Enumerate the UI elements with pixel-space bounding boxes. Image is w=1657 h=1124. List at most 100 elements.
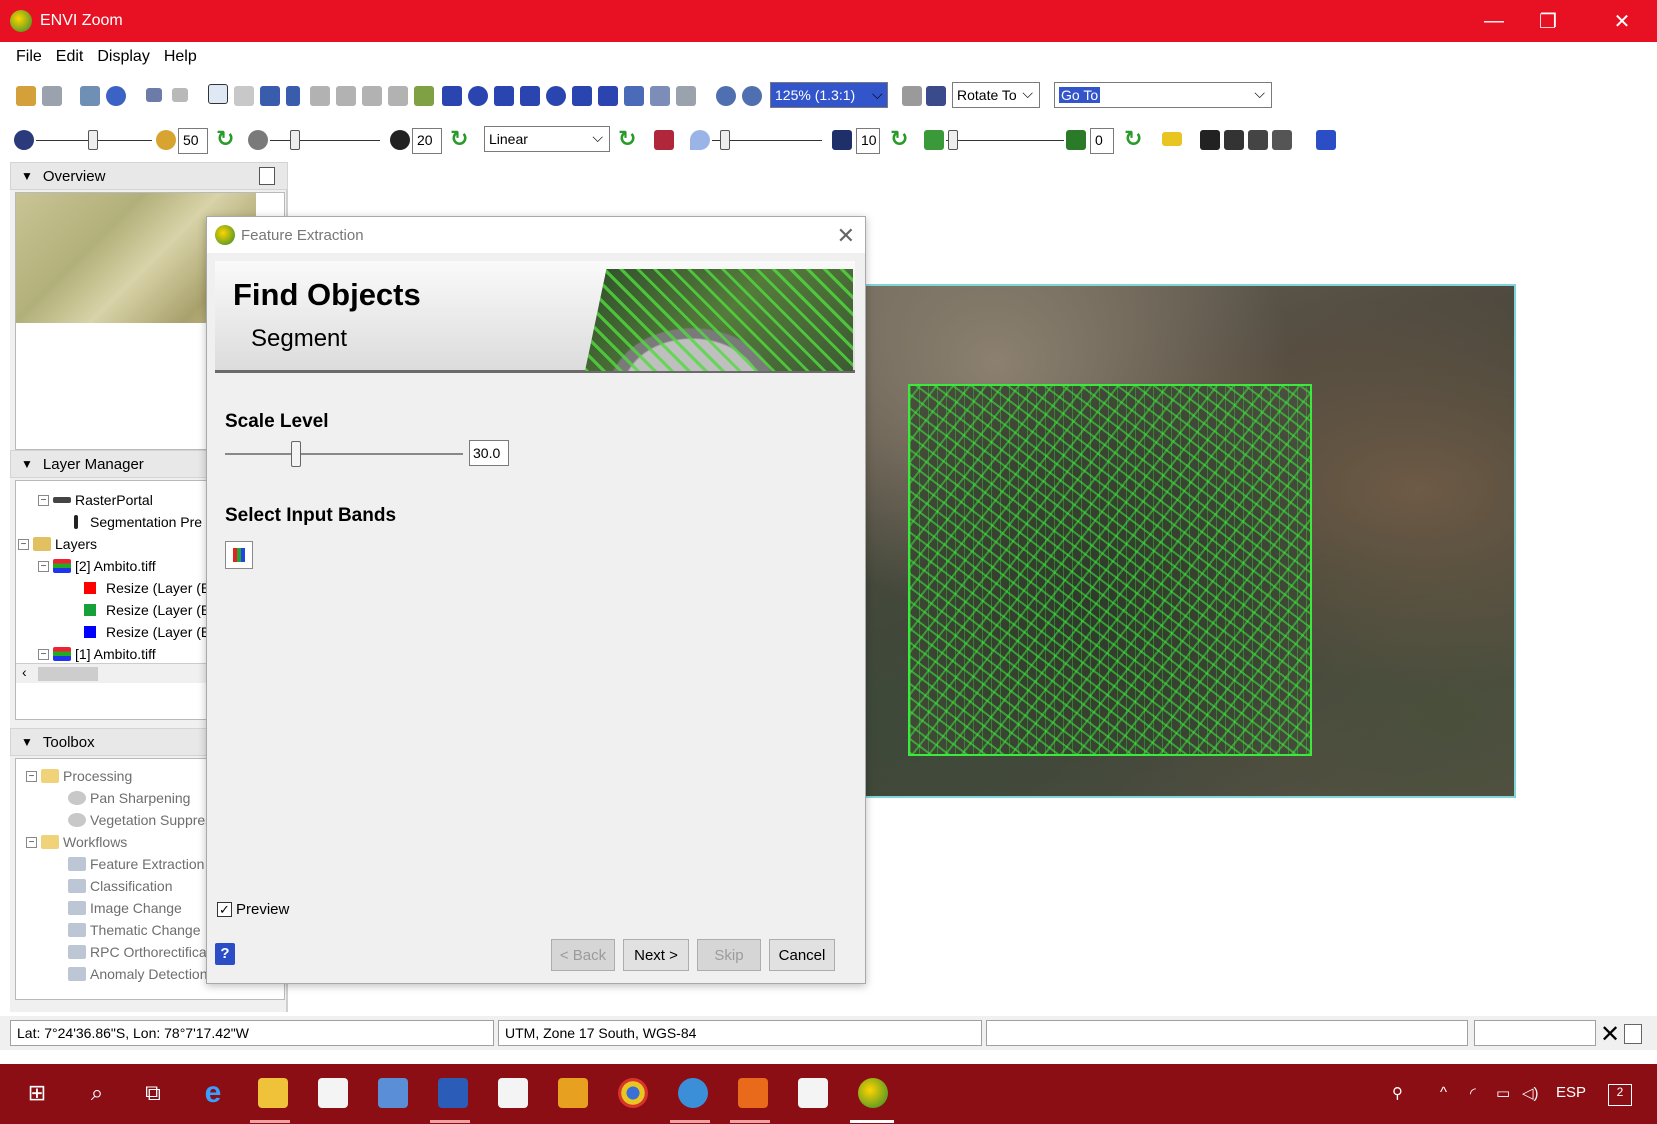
select-bands-button[interactable] <box>225 541 253 569</box>
tree-item-layers[interactable]: − Layers <box>18 533 97 555</box>
reset-stretch-icon[interactable]: ↻ <box>618 126 636 152</box>
crosshair-icon[interactable] <box>286 86 300 106</box>
collapse-triangle-icon[interactable]: ▼ <box>21 169 33 183</box>
stretch-type-select[interactable]: Linear ⌵ <box>484 126 610 152</box>
toolbox-processing[interactable]: − Processing <box>26 765 132 787</box>
menu-display[interactable]: Display <box>97 48 149 66</box>
toolbox-anomaly-detection[interactable]: Anomaly Detection <box>68 963 208 985</box>
pdf-app-icon[interactable] <box>738 1078 768 1108</box>
media-player-icon[interactable] <box>558 1078 588 1108</box>
app-icon[interactable] <box>378 1078 408 1108</box>
transparency-slider-handle[interactable] <box>948 130 958 150</box>
annotation-icon[interactable] <box>414 86 434 106</box>
reset-transparency-icon[interactable]: ↻ <box>1124 126 1142 152</box>
file-explorer-icon[interactable] <box>258 1078 288 1108</box>
tree-item-ambito-2[interactable]: − [2] Ambito.tiff <box>38 555 156 577</box>
scale-level-input[interactable]: 30.0 <box>469 440 509 466</box>
segmentation-preview-portal[interactable] <box>908 384 1312 756</box>
volume-icon[interactable]: ◁) <box>1522 1084 1539 1102</box>
video-editor-icon[interactable] <box>798 1078 828 1108</box>
toolbox-classification[interactable]: Classification <box>68 875 172 897</box>
contrast-value[interactable]: 20 <box>412 128 442 154</box>
toolbox-pan-sharpening[interactable]: Pan Sharpening <box>68 787 190 809</box>
toolbox-image-change[interactable]: Image Change <box>68 897 182 919</box>
collapse-triangle-icon[interactable]: ▼ <box>21 735 33 749</box>
north-up-icon[interactable] <box>902 86 922 106</box>
edge-browser-icon[interactable]: e <box>198 1076 228 1109</box>
toolbox-rpc-orthorectification[interactable]: RPC Orthorectificat <box>68 941 211 963</box>
select-arrow-icon[interactable] <box>208 84 228 104</box>
undo-icon[interactable] <box>146 88 162 102</box>
scale-level-slider-track[interactable] <box>225 453 463 455</box>
close-window-button[interactable]: ✕ <box>1594 0 1650 42</box>
cancel-button[interactable]: Cancel <box>769 939 835 971</box>
open-file-icon[interactable] <box>16 86 36 106</box>
toolbox-thematic-change[interactable]: Thematic Change <box>68 919 201 941</box>
tree-item-band-green[interactable]: Resize (Layer (Ba <box>84 599 218 621</box>
menu-file[interactable]: File <box>16 48 42 66</box>
toolbox-vegetation-suppression[interactable]: Vegetation Suppres <box>68 809 212 831</box>
brightness-slider-handle[interactable] <box>88 130 98 150</box>
swipe-icon[interactable] <box>1200 130 1220 150</box>
collapse-node-icon[interactable]: − <box>26 836 37 848</box>
collapse-node-icon[interactable]: − <box>18 538 29 550</box>
chevron-down-icon[interactable]: ⌵ <box>872 86 883 103</box>
sharpen-value[interactable]: 10 <box>856 128 880 154</box>
collapse-node-icon[interactable]: − <box>38 560 49 572</box>
toolbox-workflows[interactable]: − Workflows <box>26 831 127 853</box>
portal-icon[interactable] <box>1248 130 1268 150</box>
detach-panel-icon[interactable] <box>259 167 275 185</box>
maximize-button[interactable]: ❐ <box>1520 0 1576 42</box>
scroll-thumb[interactable] <box>38 667 98 681</box>
overview-header[interactable]: ▼ Overview <box>10 162 288 190</box>
tree-item-band-blue[interactable]: Resize (Layer (Ba <box>84 621 218 643</box>
search-app-icon[interactable] <box>678 1078 708 1108</box>
collapse-node-icon[interactable]: − <box>38 648 49 660</box>
tree-item-ambito-1[interactable]: − [1] Ambito.tiff <box>38 643 156 665</box>
polyline-icon[interactable] <box>572 86 592 106</box>
zoom-out-icon[interactable] <box>742 86 762 106</box>
reset-contrast-icon[interactable]: ↻ <box>450 126 468 152</box>
chip-display-icon[interactable] <box>80 86 100 106</box>
zoom-in-icon[interactable] <box>716 86 736 106</box>
skip-button[interactable]: Skip <box>697 939 761 971</box>
contrast-slider-track[interactable] <box>270 140 380 141</box>
preview-checkbox[interactable]: ✓ <box>217 902 232 917</box>
battery-icon[interactable]: ▭ <box>1496 1084 1510 1102</box>
next-button[interactable]: Next > <box>623 939 689 971</box>
tree-item-rasterportal[interactable]: − RasterPortal <box>38 489 153 511</box>
reset-sharpen-icon[interactable]: ↻ <box>890 126 908 152</box>
close-icon[interactable]: ✕ <box>837 223 855 249</box>
contrast-slider-handle[interactable] <box>290 130 300 150</box>
chrome-icon[interactable] <box>618 1078 648 1108</box>
toolbox-feature-extraction[interactable]: Feature Extraction <box>68 853 204 875</box>
roi-icon[interactable] <box>310 86 330 106</box>
reset-brightness-icon[interactable]: ↻ <box>216 126 234 152</box>
envi-taskbar-icon[interactable] <box>858 1078 888 1108</box>
show-hidden-icons[interactable]: ^ <box>1440 1084 1447 1101</box>
tree-item-segmentation-preview[interactable]: Segmentation Pre <box>74 511 202 533</box>
grid-icon[interactable] <box>362 86 382 106</box>
point-icon[interactable] <box>388 86 408 106</box>
back-button[interactable]: < Back <box>551 939 615 971</box>
resize-grip-icon[interactable] <box>1624 1024 1642 1044</box>
menu-help[interactable]: Help <box>164 48 197 66</box>
network-icon[interactable]: ◜ <box>1470 1084 1476 1102</box>
transparency-slider-track[interactable] <box>946 140 1064 141</box>
scale-level-slider-handle[interactable] <box>291 441 302 467</box>
minimize-button[interactable]: — <box>1466 0 1522 42</box>
tree-item-band-red[interactable]: Resize (Layer (Ba <box>84 577 218 599</box>
scroll-left-icon[interactable]: ‹ <box>22 664 27 680</box>
windows-start-icon[interactable]: ⊞ <box>22 1078 52 1108</box>
north-arrow-icon[interactable] <box>650 86 670 106</box>
menu-edit[interactable]: Edit <box>56 48 84 66</box>
go-to-combobox[interactable]: Go To ⌵ <box>1054 82 1272 108</box>
dialog-title-bar[interactable]: Feature Extraction ✕ <box>207 217 865 253</box>
search-icon[interactable]: ⌕ <box>82 1078 112 1108</box>
language-indicator[interactable]: ESP <box>1556 1084 1586 1101</box>
rectangle-icon[interactable] <box>520 86 540 106</box>
blend-icon[interactable] <box>1224 130 1244 150</box>
flicker-icon[interactable] <box>1162 132 1182 146</box>
task-view-icon[interactable]: ⧉ <box>138 1078 168 1108</box>
word-icon[interactable] <box>438 1078 468 1108</box>
